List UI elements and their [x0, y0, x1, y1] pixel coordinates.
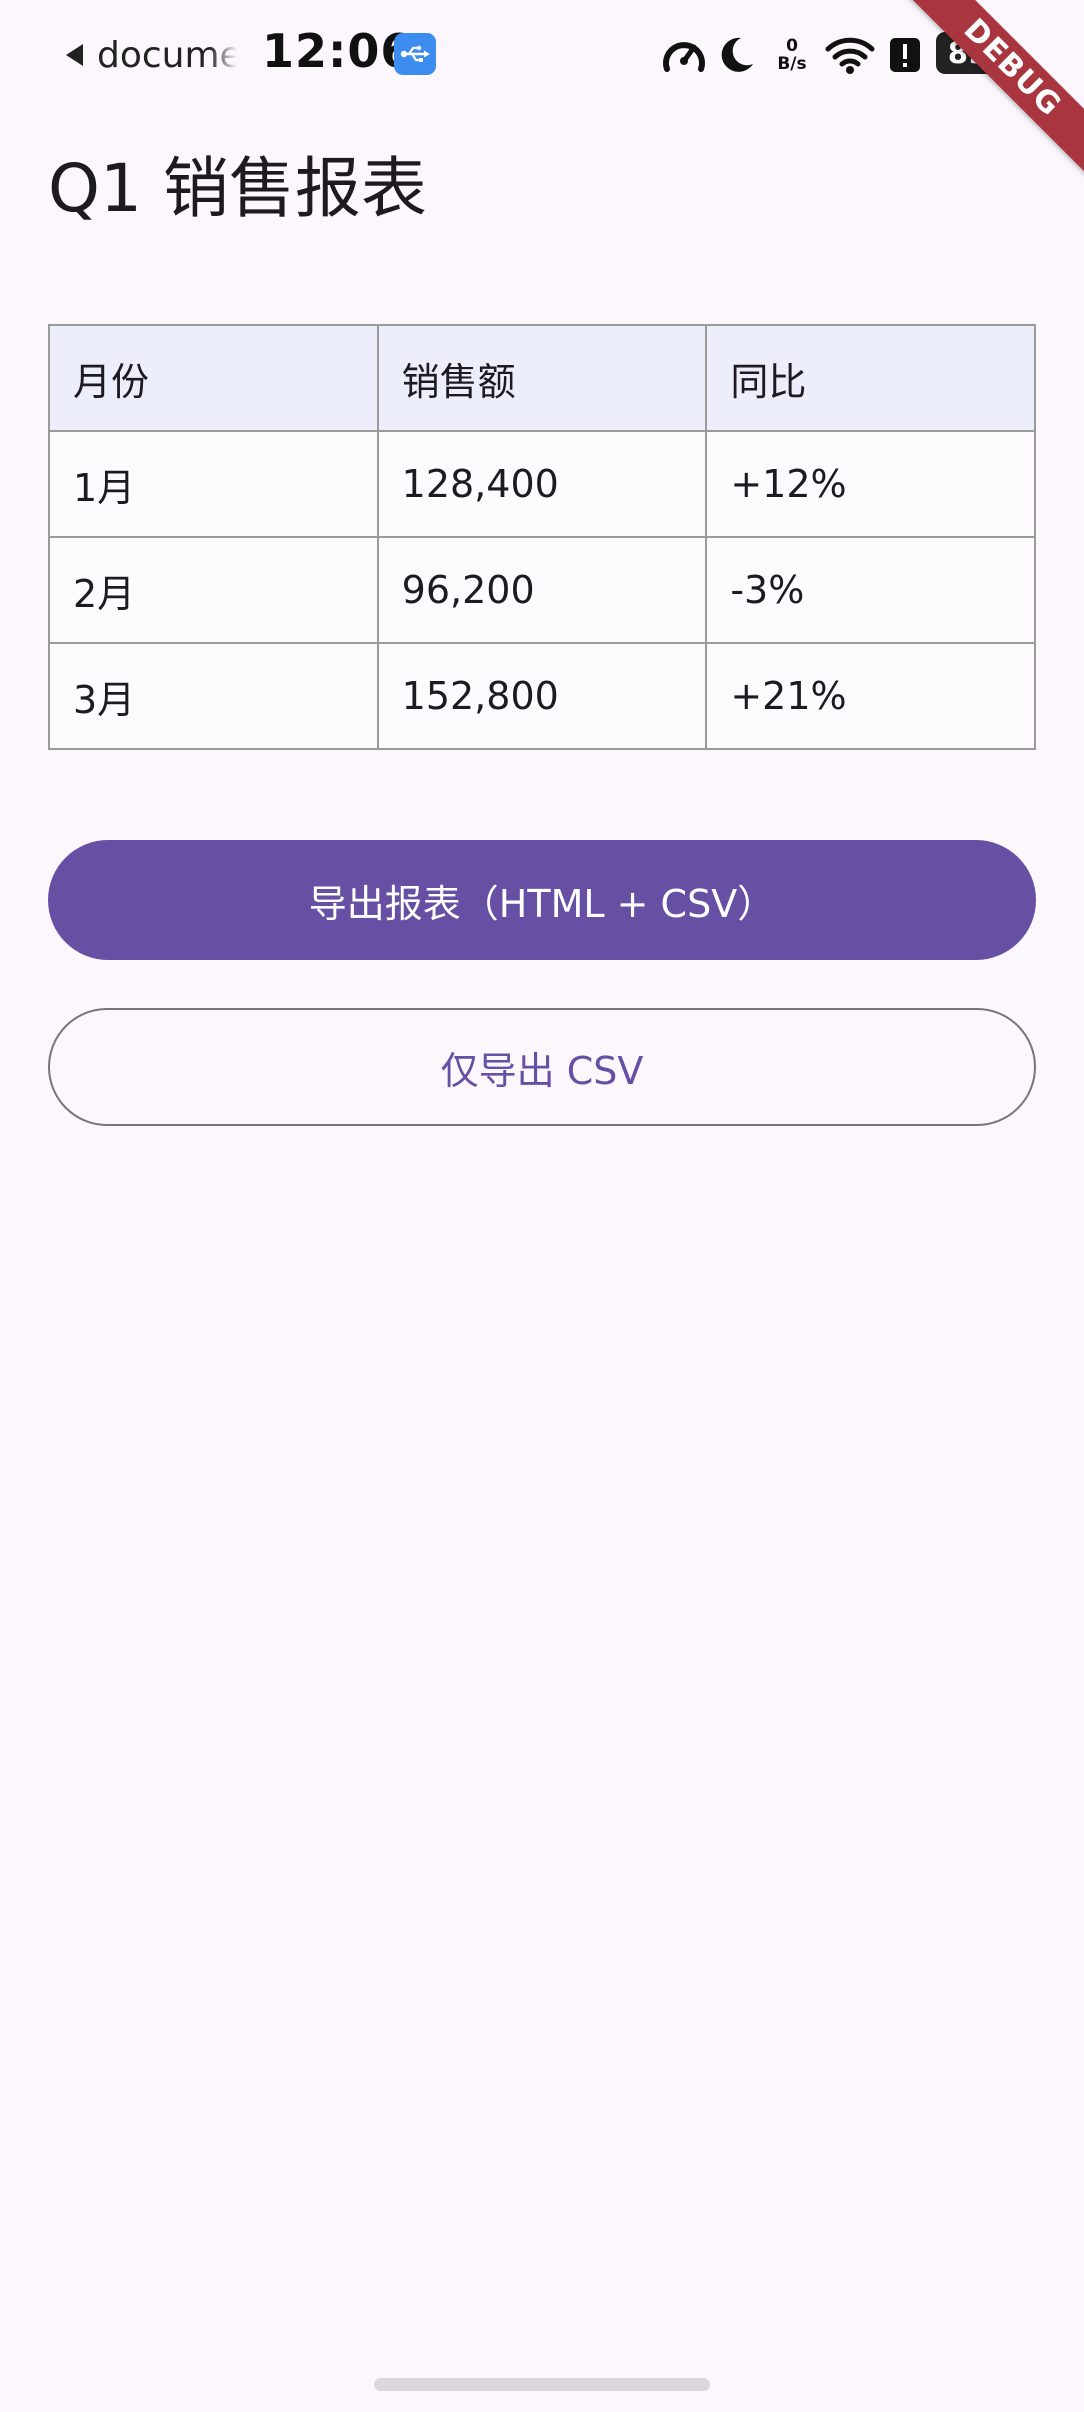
header-month: 月份 — [48, 324, 379, 432]
status-time: 12:06 — [262, 24, 414, 78]
back-to-app[interactable]: documen — [66, 30, 237, 80]
table-row: 3月 152,800 +21% — [48, 642, 1036, 750]
speedometer-icon — [660, 30, 708, 80]
cell-sales: 128,400 — [376, 430, 708, 538]
back-app-label: documen — [97, 34, 237, 76]
cell-sales: 152,800 — [376, 642, 708, 750]
table-row: 1月 128,400 +12% — [48, 430, 1036, 538]
cell-sales: 96,200 — [376, 536, 708, 644]
cell-yoy: -3% — [705, 536, 1036, 644]
alert-icon — [888, 30, 922, 80]
net-speed-indicator: 0 B/s — [770, 30, 814, 80]
net-speed-unit: B/s — [777, 54, 807, 74]
usb-icon — [394, 33, 436, 75]
net-speed-value: 0 — [786, 36, 798, 56]
moon-icon — [716, 30, 756, 80]
status-bar: documen 12:06 0 B/s — [0, 0, 1084, 110]
back-arrow-icon — [66, 44, 83, 66]
cell-yoy: +12% — [705, 430, 1036, 538]
sales-table: 月份 销售额 同比 1月 128,400 +12% 2月 96,200 -3% … — [48, 324, 1036, 750]
cell-month: 2月 — [48, 536, 379, 644]
table-row: 2月 96,200 -3% — [48, 536, 1036, 644]
header-sales: 销售额 — [376, 324, 708, 432]
page-title: Q1 销售报表 — [48, 150, 427, 227]
home-indicator[interactable] — [374, 2378, 710, 2391]
export-report-button[interactable]: 导出报表（HTML + CSV） — [48, 840, 1036, 960]
cell-month: 3月 — [48, 642, 379, 750]
cell-yoy: +21% — [705, 642, 1036, 750]
cell-month: 1月 — [48, 430, 379, 538]
header-yoy: 同比 — [705, 324, 1036, 432]
wifi-icon — [824, 30, 876, 80]
export-csv-button[interactable]: 仅导出 CSV — [48, 1008, 1036, 1126]
table-header-row: 月份 销售额 同比 — [48, 324, 1036, 432]
